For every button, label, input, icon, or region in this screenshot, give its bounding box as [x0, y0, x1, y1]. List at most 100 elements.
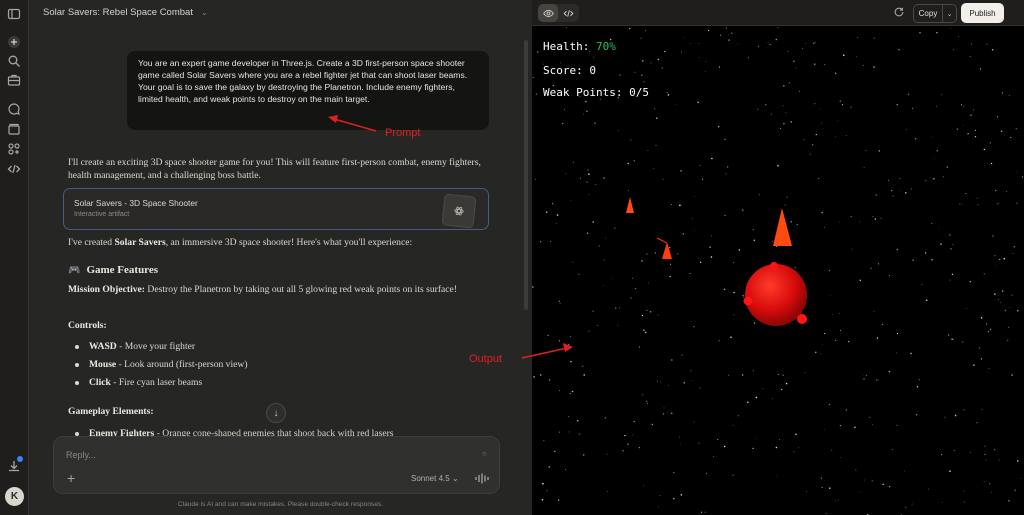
star [565, 173, 567, 174]
star [971, 43, 973, 45]
star [1004, 309, 1007, 312]
add-attachment-icon[interactable]: + [67, 470, 75, 486]
star [646, 310, 648, 311]
star [737, 43, 739, 45]
star [682, 233, 684, 235]
star [678, 436, 680, 438]
star [699, 261, 702, 263]
star [631, 277, 633, 279]
star [742, 296, 744, 298]
star [630, 139, 632, 141]
model-selector[interactable]: Sonnet 4.5 ⌄ [411, 474, 459, 483]
avatar[interactable]: K [5, 487, 24, 506]
star [951, 273, 954, 275]
star [790, 221, 792, 223]
star [970, 114, 972, 116]
star [737, 415, 739, 417]
artifact-card[interactable]: Solar Savers - 3D Space Shooter Interact… [63, 188, 489, 230]
star [730, 336, 732, 338]
star [846, 58, 848, 59]
star [875, 194, 877, 196]
star [947, 334, 949, 336]
copy-dropdown-chevron-icon[interactable]: ⌄ [942, 4, 957, 23]
star [815, 351, 817, 353]
apps-grid-icon[interactable] [7, 142, 21, 156]
star [824, 429, 826, 430]
chevron-down-icon: ⌄ [451, 474, 459, 483]
hud-weak-points: Weak Points: 0/5 [543, 86, 649, 99]
star [603, 285, 604, 287]
star [903, 470, 905, 472]
star [697, 101, 699, 103]
star [803, 139, 805, 141]
star [572, 161, 574, 163]
star [615, 307, 617, 309]
reply-composer[interactable]: Reply... ○ + Sonnet 4.5 ⌄ [53, 436, 500, 494]
star [588, 330, 590, 332]
conversation-title[interactable]: Solar Savers: Rebel Space Combat ⌄ [43, 7, 208, 18]
star [966, 193, 968, 194]
star [541, 498, 544, 501]
sidebar-toggle-icon[interactable] [7, 7, 21, 21]
star [1007, 339, 1009, 341]
star [809, 153, 811, 155]
star [633, 160, 635, 162]
scroll-down-button[interactable]: ↓ [266, 403, 286, 423]
folder-icon[interactable] [7, 122, 21, 136]
star [830, 295, 831, 297]
star [862, 64, 864, 67]
star [784, 204, 786, 206]
reply-input[interactable]: Reply... [66, 450, 96, 460]
star [657, 58, 660, 61]
star [694, 230, 695, 232]
star [724, 138, 726, 140]
refresh-icon[interactable] [893, 5, 905, 23]
star [711, 157, 713, 160]
code-view-icon[interactable] [558, 4, 578, 22]
game-canvas[interactable] [532, 27, 1024, 515]
star [835, 339, 837, 341]
star [872, 424, 874, 426]
preview-eye-icon[interactable] [538, 4, 558, 22]
star [755, 396, 758, 399]
publish-button[interactable]: Publish [961, 3, 1004, 23]
star [586, 110, 588, 112]
copy-button[interactable]: Copy [913, 4, 943, 23]
scrollbar[interactable] [524, 40, 528, 310]
search-icon[interactable] [7, 54, 21, 68]
star [870, 267, 872, 269]
star [612, 278, 613, 279]
star [831, 313, 833, 315]
star [698, 57, 700, 59]
star [767, 42, 769, 44]
briefcase-icon[interactable] [7, 73, 21, 87]
settings-icon[interactable]: ○ [482, 449, 487, 458]
features-heading-text: Game Features [86, 264, 159, 276]
artifact-title: Solar Savers - 3D Space Shooter [74, 198, 198, 208]
weak-point [770, 262, 778, 270]
star [747, 401, 749, 403]
voice-icon[interactable] [475, 473, 489, 484]
code-icon[interactable] [7, 162, 21, 176]
star [793, 451, 795, 453]
star [780, 128, 781, 130]
star [791, 367, 793, 369]
star [967, 133, 969, 135]
star [996, 116, 998, 118]
star [777, 165, 779, 167]
star [951, 338, 953, 340]
new-chat-icon[interactable] [7, 35, 21, 49]
star [650, 62, 652, 64]
star [958, 36, 959, 37]
star [919, 379, 921, 381]
chat-bubble-icon[interactable] [7, 102, 21, 116]
list-item: WASD - Move your fighter [75, 341, 195, 352]
star [550, 240, 552, 242]
star [679, 204, 681, 207]
control-desc: - Look around (first-person view) [116, 359, 248, 370]
star [854, 426, 856, 428]
star [999, 302, 1001, 303]
star [966, 308, 968, 309]
output-annotation: Output [469, 353, 503, 365]
star [593, 56, 595, 58]
